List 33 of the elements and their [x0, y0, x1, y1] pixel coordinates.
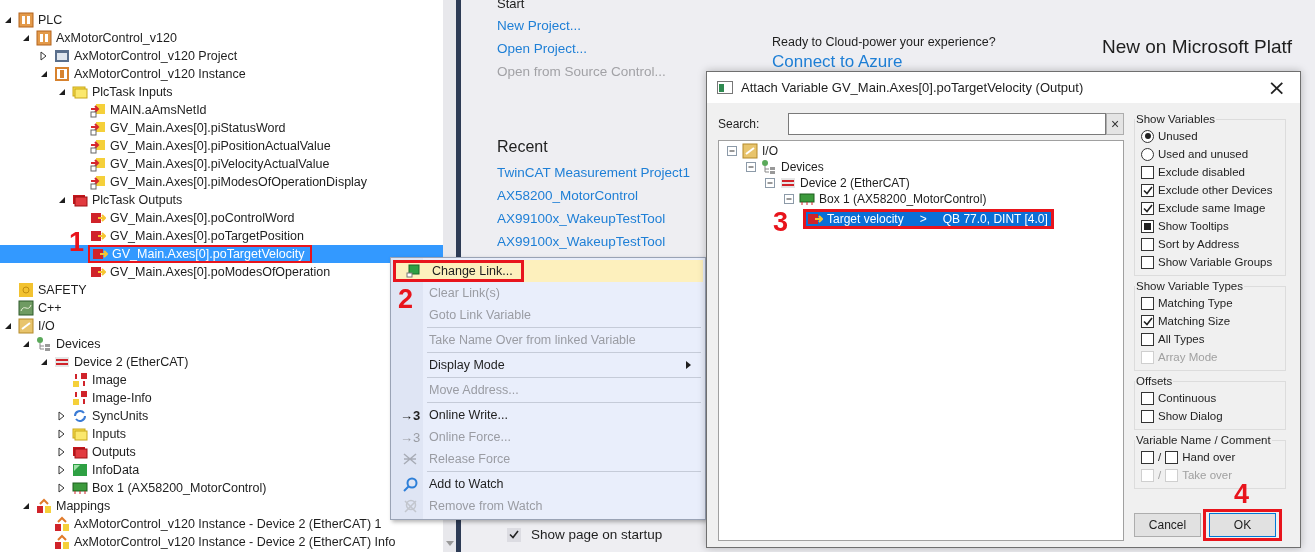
option-label: Show Tooltips — [1158, 220, 1229, 232]
option-label: Unused — [1158, 130, 1198, 142]
checkbox-label: Show page on startup — [531, 527, 663, 542]
group-title: Offsets — [1135, 375, 1174, 387]
option-label: Show Dialog — [1158, 410, 1223, 422]
section-heading: Recent — [497, 138, 548, 156]
step-number: 3 — [773, 209, 789, 236]
option-label: Used and unused — [1158, 148, 1249, 160]
group-title: Show Variable Types — [1135, 280, 1244, 292]
option-label: Exclude other Devices — [1158, 184, 1273, 196]
step-number: 4 — [1234, 481, 1250, 508]
shortcut-glyph: →3 — [399, 429, 421, 445]
divider-glyph: / — [1158, 451, 1162, 463]
option-label: All Types — [1158, 333, 1205, 345]
shortcut-glyph: →3 — [399, 407, 421, 423]
option-label: Array Mode — [1158, 351, 1218, 363]
group-title: Show Variables — [1135, 113, 1217, 125]
cloud-prompt: Ready to Cloud-power your experience? — [772, 35, 997, 49]
option-label: Exclude same Image — [1158, 202, 1266, 214]
option-label: Continuous — [1158, 392, 1217, 404]
option-label: Matching Type — [1158, 297, 1233, 309]
option-label: Matching Size — [1158, 315, 1231, 327]
option-label: Sort by Address — [1158, 238, 1240, 250]
option-label: Hand over — [1182, 451, 1236, 463]
news-heading: New on Microsoft Platf — [1102, 36, 1293, 57]
search-label: Search: — [718, 117, 761, 131]
option-label: Exclude disabled — [1158, 166, 1245, 178]
group-title: Variable Name / Comment — [1135, 434, 1272, 446]
option-label: Show Variable Groups — [1158, 256, 1273, 268]
divider-glyph: / — [1158, 469, 1162, 481]
window-title: Attach Variable GV_Main.Axes[0].poTargetVelocity (Output) — [741, 80, 1085, 95]
option-label: Take over — [1182, 469, 1233, 481]
step-number: 2 — [398, 286, 414, 313]
